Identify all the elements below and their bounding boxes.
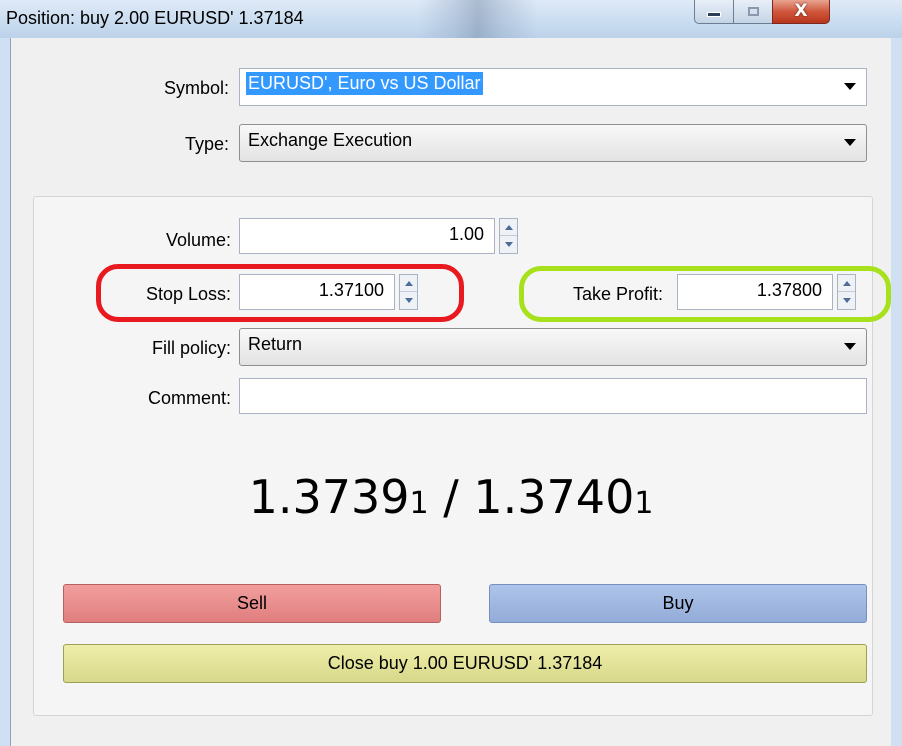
volume-stepper[interactable] — [499, 218, 518, 254]
sell-button[interactable]: Sell — [63, 584, 441, 623]
minimize-icon — [707, 12, 721, 17]
fill-policy-dropdown[interactable]: Return — [239, 328, 867, 366]
window-title-bar[interactable]: Position: buy 2.00 EURUSD' 1.37184 X — [0, 0, 902, 38]
arrow-down-icon — [504, 242, 513, 247]
maximize-button[interactable] — [733, 0, 773, 24]
volume-input[interactable]: 1.00 — [239, 218, 495, 254]
fill-policy-value: Return — [248, 334, 303, 354]
price-quote: 1.37391 / 1.37401 — [11, 470, 891, 524]
arrow-up-icon — [504, 224, 513, 230]
close-position-button[interactable]: Close buy 1.00 EURUSD' 1.37184 — [63, 644, 867, 683]
window-title: Position: buy 2.00 EURUSD' 1.37184 — [6, 8, 304, 28]
volume-value: 1.00 — [448, 224, 484, 244]
buy-button[interactable]: Buy — [489, 584, 867, 623]
stop-loss-highlight — [96, 264, 464, 322]
bid-price-main: 1.3739 — [248, 470, 410, 524]
volume-increment[interactable] — [500, 219, 517, 236]
symbol-label: Symbol: — [163, 78, 229, 98]
chevron-down-icon — [844, 139, 856, 146]
ask-price-main: 1.3740 — [473, 470, 635, 524]
minimize-button[interactable] — [694, 0, 734, 24]
comment-label: Comment: — [147, 388, 231, 408]
title-bar-background-strip — [418, 0, 538, 38]
volume-label: Volume: — [165, 230, 231, 250]
chevron-down-icon — [844, 343, 856, 350]
volume-decrement[interactable] — [500, 236, 517, 253]
chevron-down-icon — [844, 83, 856, 90]
type-label: Type: — [184, 134, 229, 154]
bid-price-small-digit: 1 — [409, 486, 429, 521]
order-dialog: Symbol: EURUSD', Euro vs US Dollar Type:… — [10, 38, 891, 746]
take-profit-highlight — [519, 266, 891, 322]
symbol-value: EURUSD', Euro vs US Dollar — [246, 72, 483, 95]
close-icon: X — [794, 1, 808, 21]
maximize-icon — [747, 7, 759, 16]
comment-input[interactable] — [239, 378, 867, 414]
symbol-dropdown[interactable]: EURUSD', Euro vs US Dollar — [239, 68, 867, 106]
price-separator: / — [428, 470, 474, 524]
close-button[interactable]: X — [772, 0, 830, 24]
ask-price-small-digit: 1 — [634, 486, 654, 521]
fill-policy-label: Fill policy: — [151, 338, 231, 358]
type-value: Exchange Execution — [248, 130, 413, 150]
type-dropdown[interactable]: Exchange Execution — [239, 124, 867, 162]
